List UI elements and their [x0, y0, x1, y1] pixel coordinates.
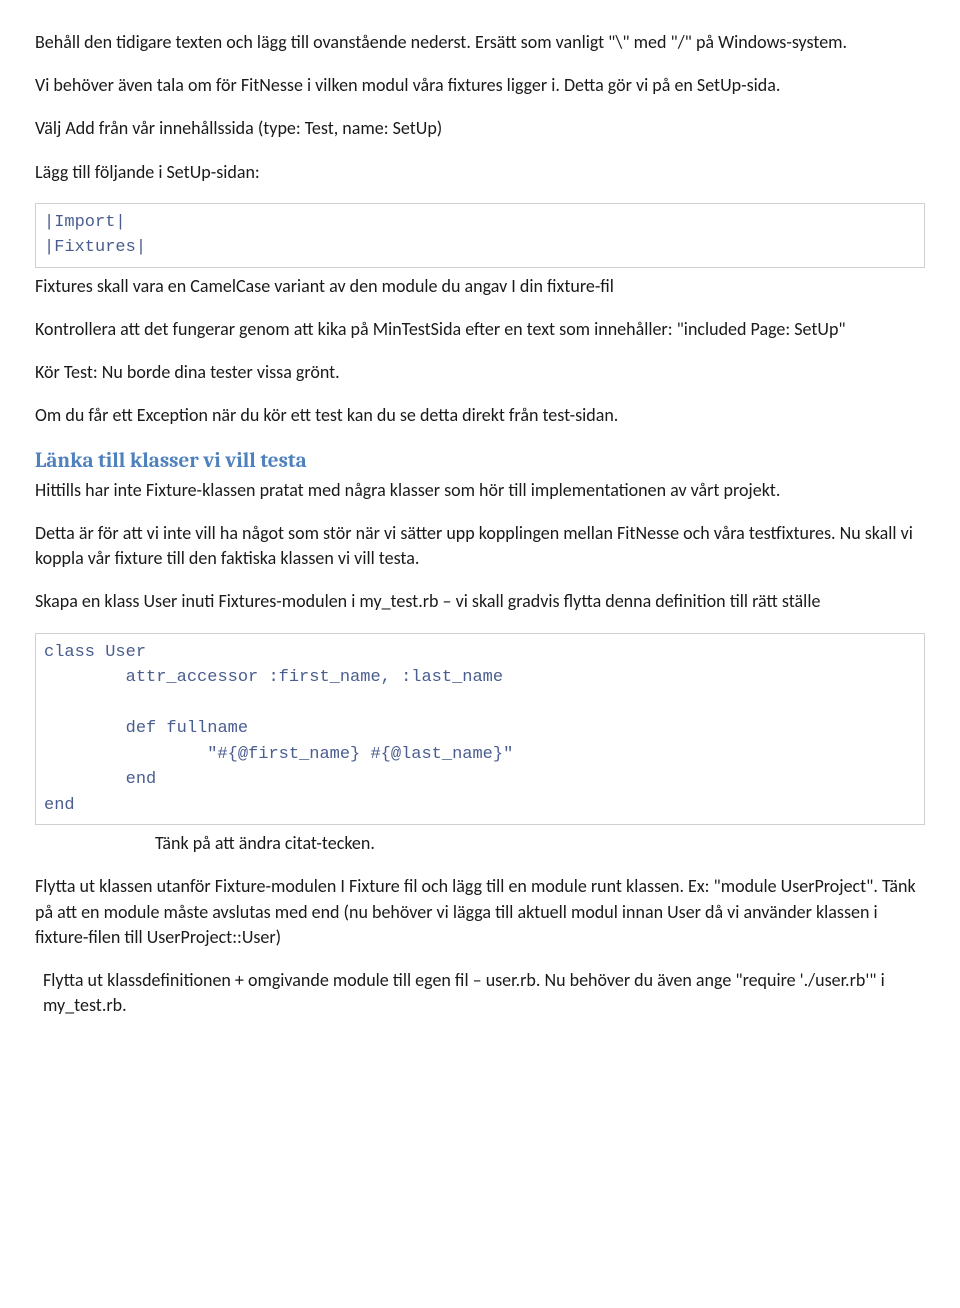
paragraph-12: Flytta ut klassen utanför Fixture-module… — [35, 874, 925, 950]
heading-link-classes: Länka till klasser vi vill testa — [35, 447, 925, 476]
code-block-2: class User attr_accessor :first_name, :l… — [35, 633, 925, 826]
paragraph-5: Fixtures skall vara en CamelCase variant… — [35, 274, 925, 299]
paragraph-1: Behåll den tidigare texten och lägg till… — [35, 30, 925, 55]
paragraph-11: Skapa en klass User inuti Fixtures-modul… — [35, 589, 925, 614]
paragraph-9: Hittills har inte Fixture-klassen pratat… — [35, 478, 925, 503]
paragraph-13: Flytta ut klassdefinitionen + omgivande … — [43, 968, 925, 1018]
paragraph-2: Vi behöver även tala om för FitNesse i v… — [35, 73, 925, 98]
paragraph-6: Kontrollera att det fungerar genom att k… — [35, 317, 925, 342]
paragraph-4: Lägg till följande i SetUp-sidan: — [35, 160, 925, 185]
code-block-1: |Import| |Fixtures| — [35, 203, 925, 268]
note-quotes: Tänk på att ändra citat-tecken. — [155, 831, 925, 856]
paragraph-3: Välj Add från vår innehållssida (type: T… — [35, 116, 925, 141]
paragraph-8: Om du får ett Exception när du kör ett t… — [35, 403, 925, 428]
paragraph-10: Detta är för att vi inte vill ha något s… — [35, 521, 925, 571]
paragraph-7: Kör Test: Nu borde dina tester vissa grö… — [35, 360, 925, 385]
